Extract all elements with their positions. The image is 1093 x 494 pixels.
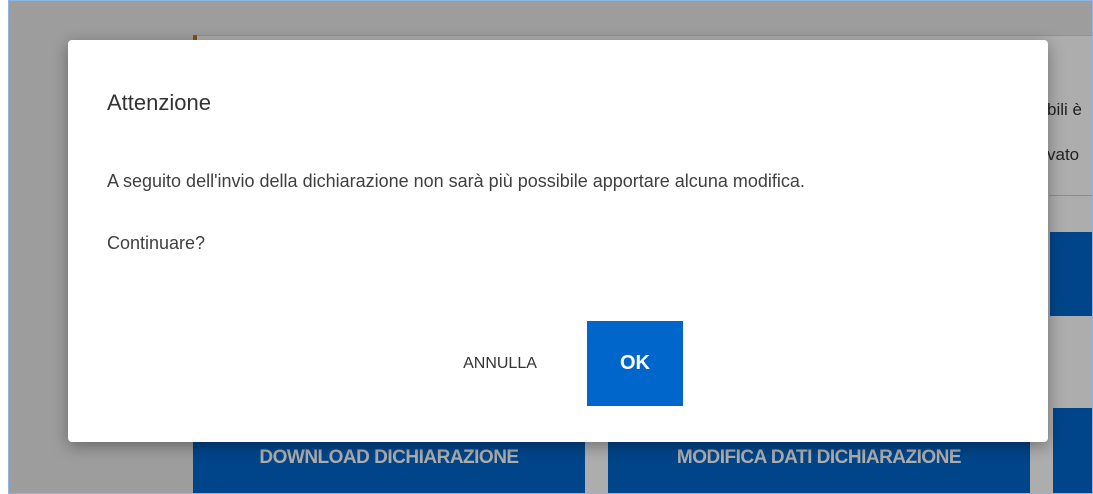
ok-button[interactable]: OK bbox=[587, 321, 683, 406]
dialog-title: Attenzione bbox=[107, 90, 211, 115]
cancel-button[interactable]: ANNULLA bbox=[440, 321, 560, 406]
confirmation-dialog: Attenzione A seguito dell'invio della di… bbox=[68, 40, 1048, 442]
dialog-question: Continuare? bbox=[107, 233, 206, 253]
dialog-message: A seguito dell'invio della dichiarazione… bbox=[107, 171, 805, 191]
